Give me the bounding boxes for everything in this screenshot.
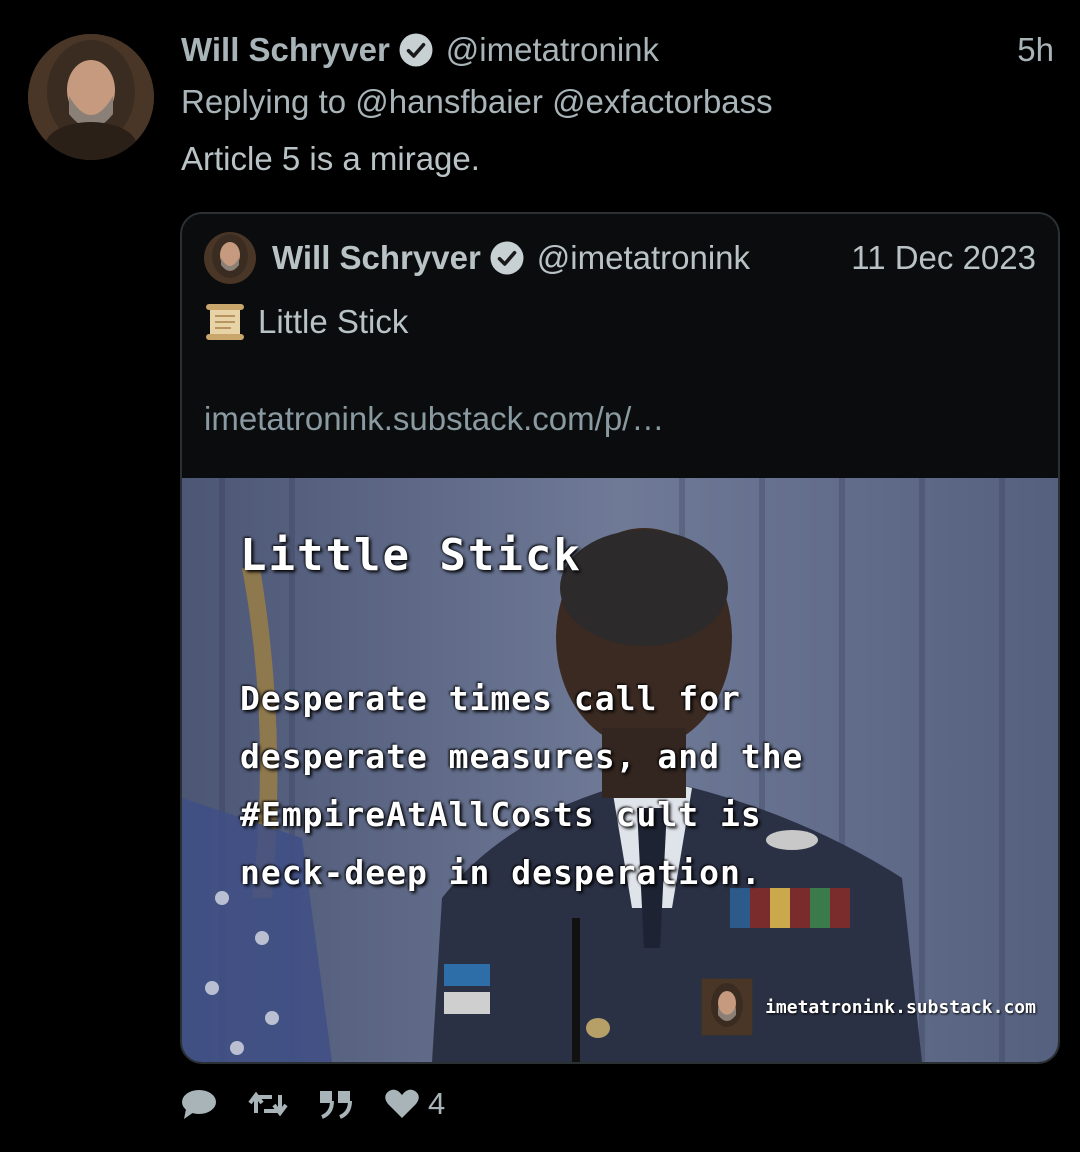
quoted-author-avatar[interactable] <box>204 232 256 284</box>
quoted-tweet-date[interactable]: 11 Dec 2023 <box>851 239 1036 277</box>
author-handle[interactable]: @imetatronink <box>446 31 659 69</box>
quoted-tweet-title: Little Stick <box>258 303 409 340</box>
watermark-text: imetatronink.substack.com <box>765 996 1036 1018</box>
quoted-tweet-header: Will Schryver @imetatronink 11 Dec 2023 <box>204 232 1036 284</box>
quoted-tweet-text: Little Stick <box>204 302 408 342</box>
replying-to: Replying to @hansfbaier @exfactorbass <box>181 83 773 121</box>
quote-button[interactable] <box>318 1089 354 1119</box>
quoted-tweet-link[interactable]: imetatronink.substack.com/p/… <box>204 400 664 438</box>
retweet-icon <box>248 1091 288 1117</box>
verified-badge-icon <box>490 241 524 275</box>
reply-icon <box>182 1090 216 1119</box>
heart-icon <box>385 1089 419 1118</box>
media-watermark: imetatronink.substack.com <box>701 978 1036 1036</box>
quoted-author-name[interactable]: Will Schryver <box>272 239 481 277</box>
author-avatar[interactable] <box>28 34 154 160</box>
tweet: Will Schryver @imetatronink 5h Replying … <box>0 0 1080 1152</box>
reply-button[interactable] <box>180 1087 218 1121</box>
like-button[interactable]: 4 <box>384 1086 445 1122</box>
quoted-author-handle[interactable]: @imetatronink <box>537 239 750 277</box>
quoted-tweet-card[interactable]: Will Schryver @imetatronink 11 Dec 2023 … <box>180 212 1060 1064</box>
tweet-actions: 4 <box>180 1082 475 1126</box>
scroll-icon <box>206 304 244 340</box>
media-caption: Desperate times call for desperate measu… <box>240 679 804 892</box>
mention-link[interactable]: @hansfbaier <box>355 83 543 120</box>
tweet-time[interactable]: 5h <box>1017 31 1054 69</box>
watermark-avatar <box>701 978 754 1036</box>
quote-icon <box>320 1091 352 1119</box>
retweet-button[interactable] <box>248 1089 288 1119</box>
verified-badge-icon <box>399 33 433 67</box>
tweet-text: Article 5 is a mirage. <box>181 140 480 177</box>
like-count: 4 <box>428 1086 446 1121</box>
replying-prefix: Replying to <box>181 83 347 120</box>
author-name[interactable]: Will Schryver <box>181 31 390 69</box>
quoted-tweet-image[interactable]: Little Stick Desperate times call for de… <box>182 478 1058 1062</box>
media-title: Little Stick <box>240 530 582 581</box>
tweet-header: Will Schryver @imetatronink 5h <box>181 28 1054 72</box>
mention-link[interactable]: @exfactorbass <box>552 83 773 120</box>
